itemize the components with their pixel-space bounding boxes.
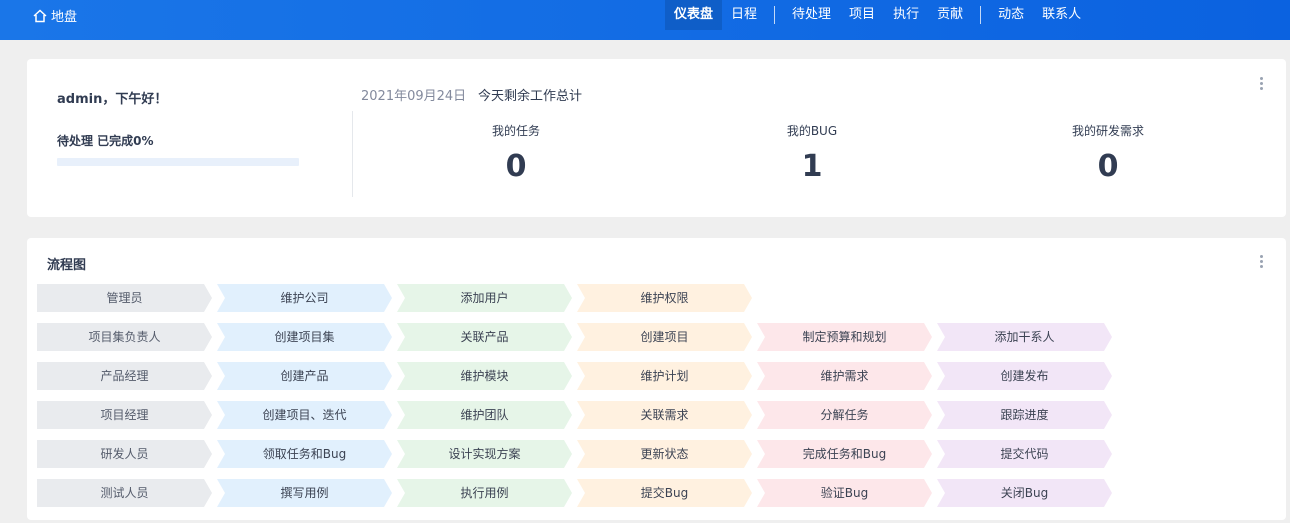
nav-item[interactable]: 日程 bbox=[722, 0, 766, 30]
flow-step: 添加干系人 bbox=[937, 323, 1112, 351]
flow-step: 提交Bug bbox=[577, 479, 752, 507]
flow-step: 分解任务 bbox=[757, 401, 932, 429]
stat-label: 我的任务 bbox=[491, 124, 540, 138]
flow-step: 维护团队 bbox=[397, 401, 572, 429]
nav-separator bbox=[980, 6, 982, 24]
flow-step: 创建产品 bbox=[217, 362, 392, 390]
flow-step: 完成任务和Bug bbox=[757, 440, 932, 468]
summary-panel: admin，下午好！ 待处理 已完成0% 2021年09月24日 今天剩余工作总… bbox=[27, 59, 1286, 217]
stat-value: 1 bbox=[801, 149, 823, 184]
flow-step: 执行用例 bbox=[397, 479, 572, 507]
flow-step: 设计实现方案 bbox=[397, 440, 572, 468]
flow-step: 创建项目、迭代 bbox=[217, 401, 392, 429]
flow-role: 产品经理 bbox=[37, 362, 212, 390]
flow-step: 维护公司 bbox=[217, 284, 392, 312]
flow-step: 创建发布 bbox=[937, 362, 1112, 390]
divider bbox=[352, 111, 353, 197]
stat-my-tasks[interactable]: 我的任务 0 bbox=[416, 122, 616, 184]
nav-item[interactable]: 待处理 bbox=[783, 0, 840, 30]
flow-role: 管理员 bbox=[37, 284, 212, 312]
flow-step: 添加用户 bbox=[397, 284, 572, 312]
nav-item[interactable]: 执行 bbox=[884, 0, 928, 30]
flow-step: 制定预算和规划 bbox=[757, 323, 932, 351]
flow-step: 提交代码 bbox=[937, 440, 1112, 468]
flow-step: 跟踪进度 bbox=[937, 401, 1112, 429]
flow-step: 维护需求 bbox=[757, 362, 932, 390]
stat-value: 0 bbox=[505, 149, 527, 184]
summary-title: 今天剩余工作总计 bbox=[478, 89, 583, 104]
flow-step: 更新状态 bbox=[577, 440, 752, 468]
summary-date: 2021年09月24日 bbox=[361, 89, 467, 104]
more-vertical-icon[interactable] bbox=[1260, 77, 1264, 93]
progress-bar bbox=[57, 158, 299, 166]
greeting-text: admin，下午好！ bbox=[57, 92, 168, 107]
nav-item[interactable]: 动态 bbox=[989, 0, 1033, 30]
flow-step: 维护计划 bbox=[577, 362, 752, 390]
flow-step: 维护权限 bbox=[577, 284, 752, 312]
stat-my-stories[interactable]: 我的研发需求 0 bbox=[1008, 122, 1208, 184]
flow-role: 项目经理 bbox=[37, 401, 212, 429]
flow-step: 关联产品 bbox=[397, 323, 572, 351]
progress-label: 待处理 已完成0% bbox=[57, 134, 154, 148]
home-icon bbox=[33, 8, 47, 22]
main-nav: 仪表盘 日程 待处理 项目 执行 贡献 动态 联系人 bbox=[665, 0, 1090, 30]
flow-step: 关闭Bug bbox=[937, 479, 1112, 507]
flow-role: 项目集负责人 bbox=[37, 323, 212, 351]
more-vertical-icon[interactable] bbox=[1260, 255, 1264, 271]
nav-item[interactable]: 仪表盘 bbox=[665, 0, 723, 30]
nav-item[interactable]: 贡献 bbox=[928, 0, 972, 30]
flow-step: 维护模块 bbox=[397, 362, 572, 390]
flowchart-panel: 流程图 管理员 维护公司 添加用户 维护权限项目集负责人 创建项目集 关联产品 创建项目 制定… bbox=[27, 238, 1286, 520]
flow-step: 创建项目集 bbox=[217, 323, 392, 351]
flow-step: 创建项目 bbox=[577, 323, 752, 351]
brand-home-link[interactable]: 地盘 bbox=[32, 6, 77, 25]
nav-item[interactable]: 联系人 bbox=[1033, 0, 1090, 30]
stat-label: 我的BUG bbox=[786, 124, 838, 138]
flow-step: 撰写用例 bbox=[217, 479, 392, 507]
stat-my-bugs[interactable]: 我的BUG 1 bbox=[712, 122, 912, 184]
flowchart-title: 流程图 bbox=[47, 258, 87, 273]
nav-separator bbox=[774, 6, 776, 24]
flow-step: 关联需求 bbox=[577, 401, 752, 429]
flow-role: 研发人员 bbox=[37, 440, 212, 468]
stat-value: 0 bbox=[1097, 149, 1119, 184]
stat-label: 我的研发需求 bbox=[1071, 124, 1144, 138]
flow-role: 测试人员 bbox=[37, 479, 212, 507]
flow-step: 领取任务和Bug bbox=[217, 440, 392, 468]
flow-step: 验证Bug bbox=[757, 479, 932, 507]
top-navbar: 地盘 仪表盘 日程 待处理 项目 执行 贡献 动态 联系人 bbox=[0, 0, 1290, 40]
brand-label: 地盘 bbox=[51, 10, 78, 25]
nav-item[interactable]: 项目 bbox=[840, 0, 884, 30]
